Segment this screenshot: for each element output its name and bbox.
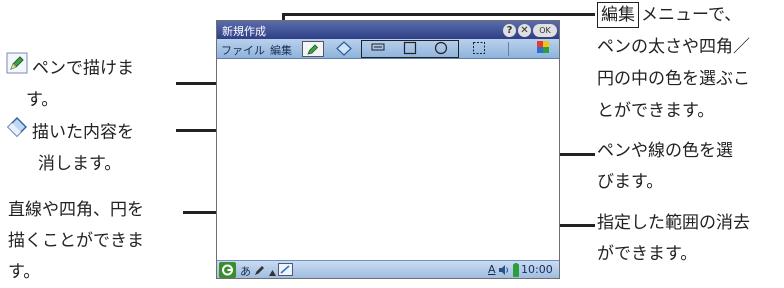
edit-callout-line4: とができます。 (597, 101, 715, 121)
color-picker-button[interactable] (535, 41, 551, 57)
menu-toolbar: ファイル 編集 (217, 39, 559, 59)
edit-callout-line1: メニューで、 (641, 5, 742, 25)
rectangle-tool-button[interactable] (399, 41, 421, 57)
select-callout-line1: 指定した範囲の消去 (597, 213, 750, 233)
pen-icon (6, 52, 28, 85)
shapes-callout-line2: 描くことができま (8, 231, 144, 251)
edit-menu-word: 編集 (597, 2, 639, 28)
shapes-callout-line3: す。 (8, 262, 41, 282)
circle-tool-icon (434, 41, 448, 55)
clock-time: 10:00 AM (521, 263, 553, 278)
eraser-callout: 描いた内容を 消します。 (6, 116, 134, 180)
color-palette-icon (537, 41, 549, 53)
menu-arrow-icon[interactable] (269, 266, 276, 278)
toolbar-divider (508, 42, 509, 56)
edit-callout-line2: ペンの太さや四角／ (597, 37, 750, 57)
shapes-callout-line1: 直線や四角、円を (8, 200, 144, 220)
select-area-button[interactable] (468, 41, 490, 57)
line-tool-button[interactable] (367, 41, 389, 57)
eraser-icon (6, 116, 28, 149)
kana-input-indicator[interactable]: あ (240, 263, 251, 278)
volume-icon[interactable] (498, 264, 510, 278)
ok-button[interactable]: OK (533, 24, 557, 37)
eraser-tool-icon (336, 41, 352, 56)
pen-callout-line1: ペンで描けま (32, 58, 134, 79)
drawing-canvas[interactable] (217, 60, 559, 259)
color-callout-line2: びます。 (597, 172, 664, 192)
pen-tool-button[interactable] (302, 41, 324, 57)
edit-callout-line3: 円の中の色を選ぶこ (597, 69, 750, 89)
battery-icon (513, 263, 519, 278)
help-button[interactable]: ? (503, 24, 516, 37)
keyboard-icon[interactable] (278, 263, 293, 278)
edit-menu-callout: 編集 メニューで、 ペンの太さや四角／ 円の中の色を選ぶこ とができます。 (597, 0, 750, 127)
color-callout: ペンや線の色を選 びます。 (597, 136, 733, 198)
device-screen: 新規作成 ? ✕ OK ファイル 編集 あ A 10:00 (216, 20, 560, 279)
edit-menu-leader-line (282, 13, 595, 16)
pen-callout: ペンで描けま す。 (6, 52, 134, 116)
select-area-icon (473, 42, 485, 54)
pen-tool-icon (307, 44, 319, 55)
window-title: 新規作成 (222, 25, 266, 38)
eraser-tool-button[interactable] (333, 41, 355, 57)
input-mode-indicator[interactable]: A (488, 263, 496, 276)
eraser-callout-line2: 消します。 (38, 154, 122, 174)
eraser-callout-line1: 描いた内容を (32, 122, 134, 143)
edit-menu[interactable]: 編集 (270, 42, 292, 58)
pen-callout-line2: す。 (26, 90, 59, 110)
select-callout-line2: ができます。 (597, 244, 698, 264)
select-callout: 指定した範囲の消去 ができます。 (597, 208, 750, 270)
rectangle-tool-icon (403, 41, 417, 55)
line-tool-icon (371, 43, 385, 51)
close-button[interactable]: ✕ (518, 24, 531, 37)
circle-tool-button[interactable] (430, 41, 452, 57)
handwriting-pen-icon[interactable] (254, 264, 266, 278)
title-bar: 新規作成 ? ✕ OK (217, 21, 559, 39)
start-button[interactable] (219, 262, 236, 278)
shapes-callout: 直線や四角、円を 描くことができま す。 (8, 195, 144, 288)
color-callout-line1: ペンや線の色を選 (597, 141, 733, 161)
start-logo-icon (219, 262, 236, 278)
file-menu[interactable]: ファイル (221, 42, 265, 58)
status-bar: あ A 10:00 AM (217, 260, 559, 278)
